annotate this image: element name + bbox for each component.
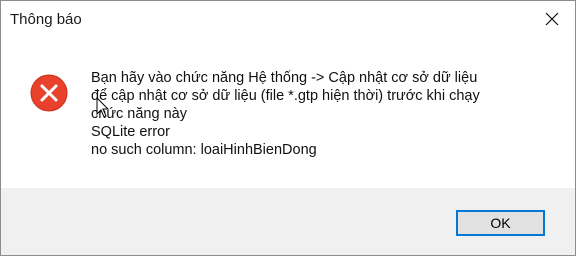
message-line: Bạn hãy vào chức năng Hệ thống -> Cập nh… [91, 70, 478, 86]
error-icon [30, 74, 68, 112]
title-bar[interactable]: Thông báo [1, 1, 575, 37]
close-icon [545, 12, 559, 26]
message-line: no such column: loaiHinhBienDong [91, 142, 317, 158]
message-text: Bạn hãy vào chức năng Hệ thống -> Cập nh… [91, 69, 561, 159]
message-area: Bạn hãy vào chức năng Hệ thống -> Cập nh… [1, 37, 575, 188]
dialog-title: Thông báo [10, 11, 82, 28]
button-bar: OK [1, 188, 575, 255]
close-button[interactable] [529, 1, 575, 37]
message-line: để cập nhật cơ sở dữ liệu (file *.gtp hi… [91, 88, 480, 104]
message-line: chức năng này [91, 106, 187, 122]
ok-button[interactable]: OK [456, 210, 545, 236]
message-line: SQLite error [91, 124, 170, 140]
message-dialog: Thông báo Bạn hãy vào chức năng Hệ thống… [0, 0, 576, 256]
mouse-cursor-icon [96, 97, 110, 118]
